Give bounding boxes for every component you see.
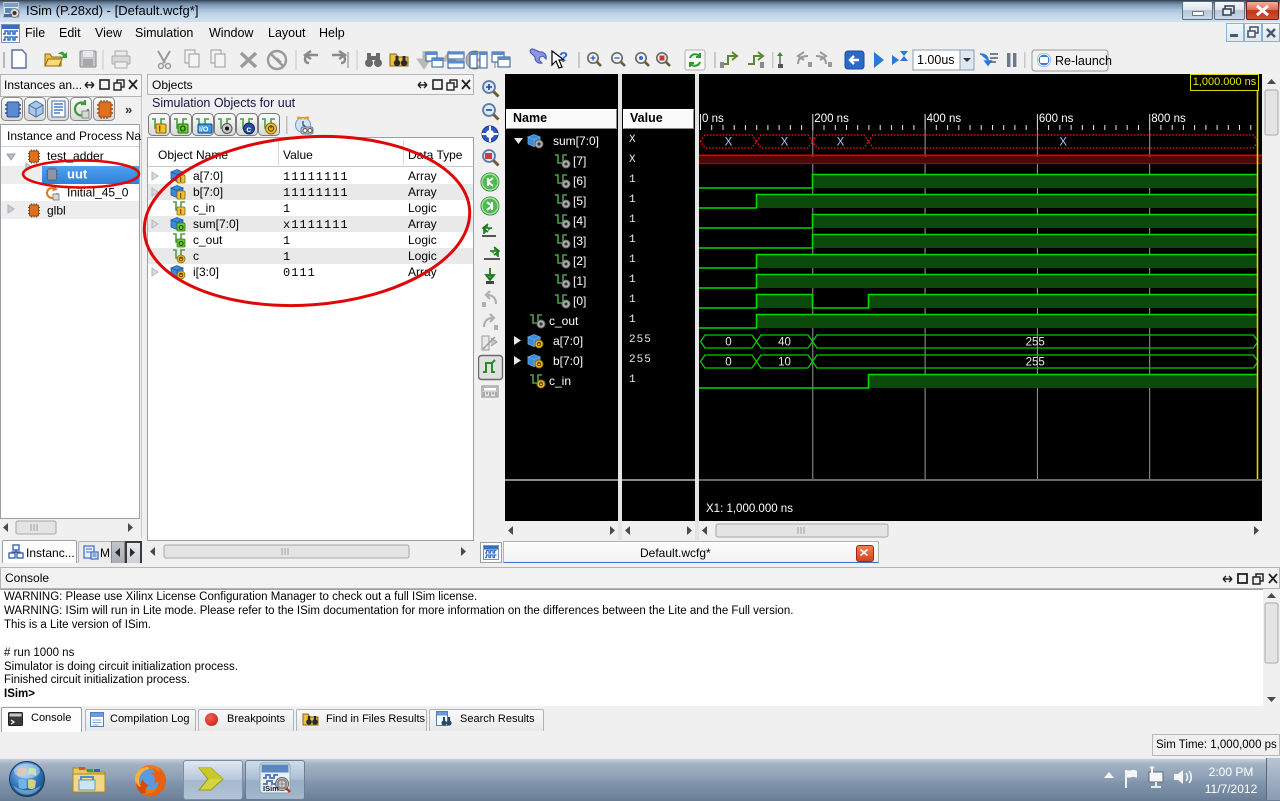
svg-text:X: X <box>781 137 789 149</box>
svg-text:a[7:0]: a[7:0] <box>553 334 583 348</box>
svg-text:1.00us: 1.00us <box>917 53 955 67</box>
svg-text:40: 40 <box>778 337 791 349</box>
svg-text:ISim: ISim <box>263 784 279 793</box>
svg-text:b[7:0]: b[7:0] <box>553 354 583 368</box>
svg-text:[2]: [2] <box>573 254 586 268</box>
svg-text:?: ? <box>559 49 568 66</box>
svg-text:[3]: [3] <box>573 234 586 248</box>
svg-text:[5]: [5] <box>573 194 586 208</box>
svg-text:[6]: [6] <box>573 174 586 188</box>
svg-text:[1]: [1] <box>573 274 586 288</box>
svg-text:255: 255 <box>1026 337 1045 349</box>
svg-text:c_in: c_in <box>549 374 571 388</box>
svg-text:»: » <box>125 102 132 117</box>
svg-text:800 ns: 800 ns <box>1151 113 1186 125</box>
svg-text:400 ns: 400 ns <box>927 113 962 125</box>
svg-text:[0]: [0] <box>573 294 586 308</box>
svg-text:c_out: c_out <box>549 314 579 328</box>
svg-text:0 ns: 0 ns <box>702 113 724 125</box>
svg-text:10: 10 <box>778 357 791 369</box>
svg-text:X1: 1,000.000 ns: X1: 1,000.000 ns <box>706 503 793 515</box>
svg-text:600 ns: 600 ns <box>1039 113 1074 125</box>
svg-text:X: X <box>837 137 845 149</box>
svg-text:0: 0 <box>725 357 731 369</box>
svg-text:[7]: [7] <box>573 154 586 168</box>
svg-text:Re-launch: Re-launch <box>1055 54 1112 68</box>
svg-text:[4]: [4] <box>573 214 586 228</box>
svg-text:0: 0 <box>725 337 731 349</box>
svg-text:glbl: glbl <box>47 204 66 218</box>
svg-text:sum[7:0]: sum[7:0] <box>553 134 599 148</box>
svg-text:255: 255 <box>1026 357 1045 369</box>
svg-text:X: X <box>725 137 733 149</box>
svg-text:X: X <box>1059 137 1067 149</box>
svg-text:200 ns: 200 ns <box>814 113 849 125</box>
